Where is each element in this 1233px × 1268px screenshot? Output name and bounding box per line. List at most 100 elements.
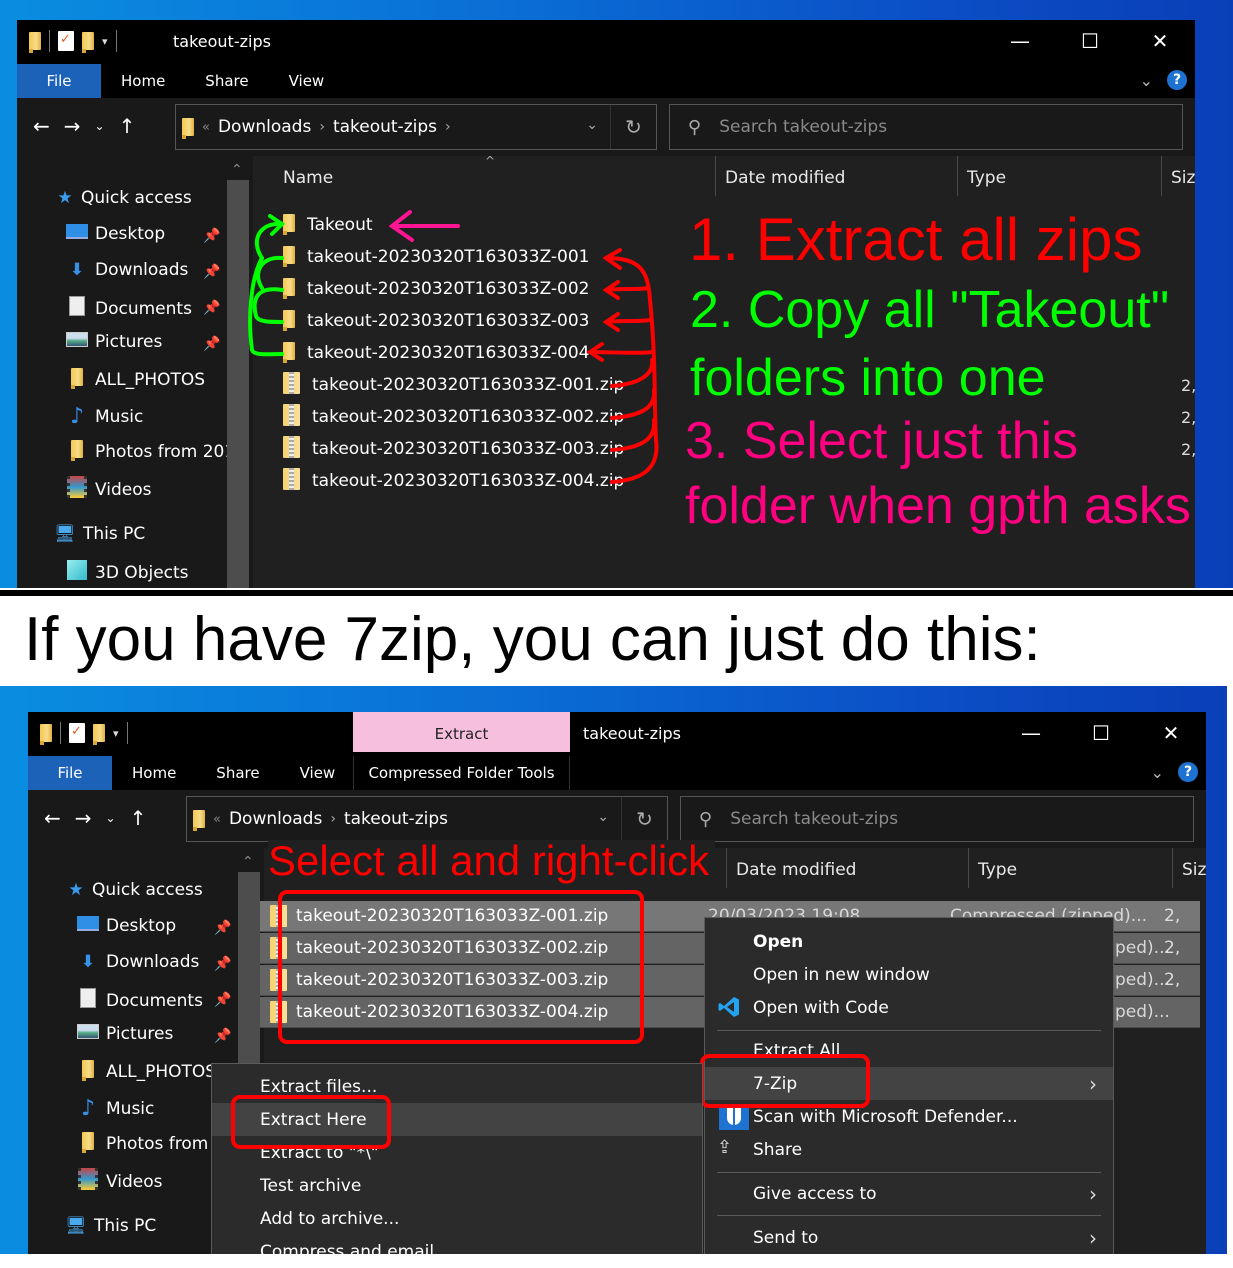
nav-downloads[interactable]: ⬇ Downloads	[76, 952, 199, 972]
column-date-modified[interactable]: Date modified	[736, 860, 856, 880]
column-divider[interactable]	[1172, 848, 1173, 888]
new-folder-icon[interactable]	[93, 724, 105, 745]
menu-item-send-to[interactable]: Send to ›	[705, 1221, 1113, 1254]
breadcrumb-separator-icon[interactable]: ›	[330, 811, 336, 827]
nav-all-photos[interactable]: ALL_PHOTOS	[76, 1060, 216, 1083]
nav-this-pc[interactable]: 🖥 This PC	[53, 524, 145, 544]
back-arrow-icon[interactable]: ←	[33, 114, 50, 138]
up-arrow-icon[interactable]: ↑	[119, 114, 136, 138]
submenu-item-compress-email[interactable]: Compress and email...	[212, 1235, 702, 1268]
pin-icon[interactable]: 📌	[214, 992, 231, 1008]
maximize-button[interactable]: ☐	[1066, 718, 1136, 748]
tab-home[interactable]: Home	[101, 64, 185, 98]
column-size[interactable]: Size	[1182, 860, 1206, 880]
file-row[interactable]: takeout-20230320T163033Z-002.zip	[283, 401, 624, 433]
menu-item-open-new-window[interactable]: Open in new window	[705, 958, 1113, 991]
column-divider[interactable]	[957, 156, 958, 196]
pin-icon[interactable]: 📌	[214, 956, 231, 972]
minimize-button[interactable]: —	[985, 26, 1055, 56]
contextual-tab-extract[interactable]: Extract	[353, 712, 570, 752]
column-divider[interactable]	[968, 848, 969, 888]
tab-compressed-folder-tools[interactable]: Compressed Folder Tools	[353, 756, 570, 790]
file-row[interactable]: takeout-20230320T163033Z-003	[283, 305, 590, 337]
nav-this-pc[interactable]: 🖥 This PC	[64, 1216, 156, 1236]
nav-videos[interactable]: Videos	[76, 1168, 163, 1195]
scrollbar-thumb[interactable]	[227, 180, 249, 588]
pin-icon[interactable]: 📌	[214, 920, 231, 936]
nav-music[interactable]: ♪ Music	[65, 404, 143, 429]
tab-home[interactable]: Home	[112, 756, 196, 790]
pin-icon[interactable]: 📌	[203, 228, 220, 244]
column-size[interactable]: Size	[1171, 168, 1195, 188]
search-box[interactable]: ⚲ Search takeout-zips	[669, 104, 1183, 150]
column-divider[interactable]	[1161, 156, 1162, 196]
address-bar[interactable]: « Downloads › takeout-zips ⌄ ↻	[186, 796, 668, 842]
breadcrumb-separator-icon[interactable]: ›	[445, 119, 451, 135]
up-arrow-icon[interactable]: ↑	[130, 806, 147, 830]
tab-file[interactable]: File	[17, 64, 101, 98]
submenu-item-add-to-archive[interactable]: Add to archive...	[212, 1202, 702, 1235]
tab-file[interactable]: File	[28, 756, 112, 790]
back-arrow-icon[interactable]: ←	[44, 806, 61, 830]
nav-documents[interactable]: Documents	[65, 296, 192, 321]
column-divider[interactable]	[726, 848, 727, 888]
pin-icon[interactable]: 📌	[214, 1028, 231, 1044]
nav-pane-scrollbar[interactable]: ⌃	[227, 156, 249, 588]
nav-photos-from[interactable]: Photos from 201	[65, 440, 235, 463]
close-button[interactable]: ✕	[1136, 718, 1206, 748]
forward-arrow-icon[interactable]: →	[64, 114, 81, 138]
nav-pictures[interactable]: Pictures	[76, 1024, 173, 1044]
pin-icon[interactable]: 📌	[203, 336, 220, 352]
refresh-icon[interactable]: ↻	[610, 105, 656, 149]
column-divider[interactable]	[715, 156, 716, 196]
help-icon[interactable]: ?	[1178, 762, 1198, 782]
refresh-icon[interactable]: ↻	[621, 797, 667, 841]
submenu-item-test-archive[interactable]: Test archive	[212, 1169, 702, 1202]
nav-desktop[interactable]: Desktop	[65, 224, 165, 244]
expand-ribbon-chevron-icon[interactable]: ⌄	[1140, 71, 1153, 90]
nav-quick-access[interactable]: ★ Quick access	[55, 188, 191, 208]
tab-share[interactable]: Share	[185, 64, 268, 98]
column-type[interactable]: Type	[978, 860, 1017, 880]
file-row[interactable]: takeout-20230320T163033Z-004	[283, 337, 590, 369]
pin-icon[interactable]: 📌	[203, 264, 220, 280]
address-dropdown-icon[interactable]: ⌄	[597, 809, 609, 825]
tab-share[interactable]: Share	[196, 756, 279, 790]
search-box[interactable]: ⚲ Search takeout-zips	[680, 796, 1194, 842]
tab-view[interactable]: View	[280, 756, 356, 790]
nav-desktop[interactable]: Desktop	[76, 916, 176, 936]
file-row[interactable]: Takeout	[283, 209, 373, 241]
nav-downloads[interactable]: ⬇ Downloads	[65, 260, 188, 280]
properties-icon[interactable]	[58, 31, 74, 51]
pin-icon[interactable]: 📌	[203, 300, 220, 316]
breadcrumb-downloads[interactable]: Downloads	[229, 809, 322, 829]
scroll-up-icon[interactable]: ⌃	[231, 162, 243, 178]
expand-ribbon-chevron-icon[interactable]: ⌄	[1151, 763, 1164, 782]
column-name[interactable]: Name	[283, 168, 333, 188]
recent-locations-chevron-icon[interactable]: ⌄	[106, 811, 116, 825]
column-date-modified[interactable]: Date modified	[725, 168, 845, 188]
nav-pictures[interactable]: Pictures	[65, 332, 162, 352]
breadcrumb-takeout-zips[interactable]: takeout-zips	[344, 809, 448, 829]
properties-icon[interactable]	[69, 723, 85, 743]
customize-toolbar-dropdown-icon[interactable]: ▾	[102, 35, 108, 48]
help-icon[interactable]: ?	[1167, 70, 1187, 90]
menu-item-share[interactable]: ⇪ Share	[705, 1133, 1113, 1166]
menu-item-open-with-code[interactable]: Open with Code	[705, 991, 1113, 1024]
nav-all-photos[interactable]: ALL_PHOTOS	[65, 368, 205, 391]
new-folder-icon[interactable]	[82, 32, 94, 53]
file-row[interactable]: takeout-20230320T163033Z-001	[283, 241, 590, 273]
address-dropdown-icon[interactable]: ⌄	[586, 117, 598, 133]
breadcrumb-downloads[interactable]: Downloads	[218, 117, 311, 137]
nav-music[interactable]: ♪ Music	[76, 1096, 154, 1121]
file-row[interactable]: takeout-20230320T163033Z-003.zip	[283, 433, 624, 465]
menu-item-open[interactable]: Open	[705, 925, 1113, 958]
nav-photos-from[interactable]: Photos from	[76, 1132, 208, 1155]
close-button[interactable]: ✕	[1125, 26, 1195, 56]
overflow-chevron-icon[interactable]: «	[213, 812, 221, 827]
forward-arrow-icon[interactable]: →	[75, 806, 92, 830]
breadcrumb-takeout-zips[interactable]: takeout-zips	[333, 117, 437, 137]
file-row[interactable]: takeout-20230320T163033Z-001.zip	[283, 369, 624, 401]
tab-view[interactable]: View	[269, 64, 345, 98]
minimize-button[interactable]: —	[996, 718, 1066, 748]
